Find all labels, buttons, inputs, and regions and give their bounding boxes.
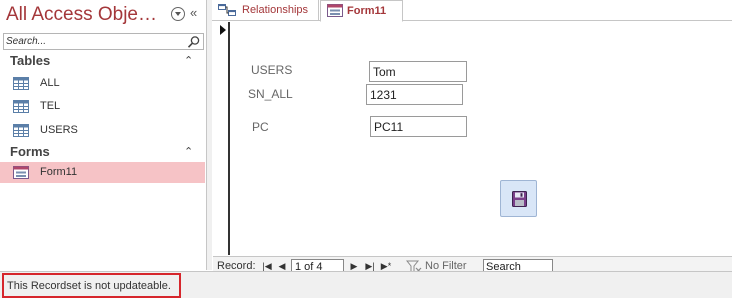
group-label: Tables — [10, 53, 51, 68]
nav-item-all[interactable]: ALL — [0, 73, 205, 94]
group-header-tables[interactable]: Tables ⌃ — [0, 52, 207, 70]
nav-item-tel[interactable]: TEL — [0, 96, 205, 117]
current-record-arrow-icon — [220, 25, 226, 35]
record-selector[interactable] — [213, 22, 230, 255]
document-tab-strip: Relationships Form11 — [212, 0, 732, 22]
pc-field[interactable]: PC11 — [370, 116, 467, 137]
form-icon — [13, 166, 29, 179]
group-label: Forms — [10, 144, 50, 159]
nav-item-label: ALL — [40, 77, 60, 89]
tab-label: Relationships — [242, 4, 309, 16]
users-field[interactable]: Tom — [369, 61, 467, 82]
nav-item-label: USERS — [40, 124, 78, 136]
relationships-icon — [218, 4, 236, 16]
splitter-bar[interactable] — [207, 0, 212, 270]
nav-item-label: Form11 — [40, 166, 78, 178]
tab-form11[interactable]: Form11 — [320, 0, 403, 22]
table-icon — [13, 100, 29, 113]
collapse-pane-icon[interactable]: « — [190, 5, 197, 21]
status-message: This Recordset is not updateable. — [2, 273, 181, 298]
search-icon[interactable] — [187, 35, 201, 49]
nav-item-form11[interactable]: Form11 — [0, 162, 205, 183]
users-label: USERS — [251, 63, 293, 77]
chevron-down-icon[interactable] — [171, 7, 185, 21]
collapse-group-icon[interactable]: ⌃ — [184, 54, 193, 67]
nav-pane-title[interactable]: All Access Obje… — [6, 4, 157, 26]
sn-all-label: SN_ALL — [248, 87, 293, 101]
group-header-forms[interactable]: Forms ⌃ — [0, 143, 207, 161]
save-icon — [512, 191, 527, 207]
navigation-pane: All Access Obje… « Tables ⌃ ALL — [0, 0, 207, 270]
nav-item-users[interactable]: USERS — [0, 120, 205, 141]
table-icon — [13, 124, 29, 137]
collapse-group-icon[interactable]: ⌃ — [184, 145, 193, 158]
pc-label: PC — [252, 120, 269, 134]
save-record-button[interactable] — [500, 180, 537, 217]
nav-item-label: TEL — [40, 100, 61, 112]
form-detail-section — [231, 22, 732, 255]
sn-all-field[interactable]: 1231 — [366, 84, 463, 105]
tab-relationships[interactable]: Relationships — [212, 0, 319, 21]
nav-search-box[interactable] — [3, 33, 204, 50]
status-bar: This Recordset is not updateable. — [0, 271, 732, 298]
form-icon — [327, 4, 343, 17]
tab-label: Form11 — [347, 5, 387, 17]
table-icon — [13, 77, 29, 90]
search-input[interactable] — [6, 35, 184, 48]
